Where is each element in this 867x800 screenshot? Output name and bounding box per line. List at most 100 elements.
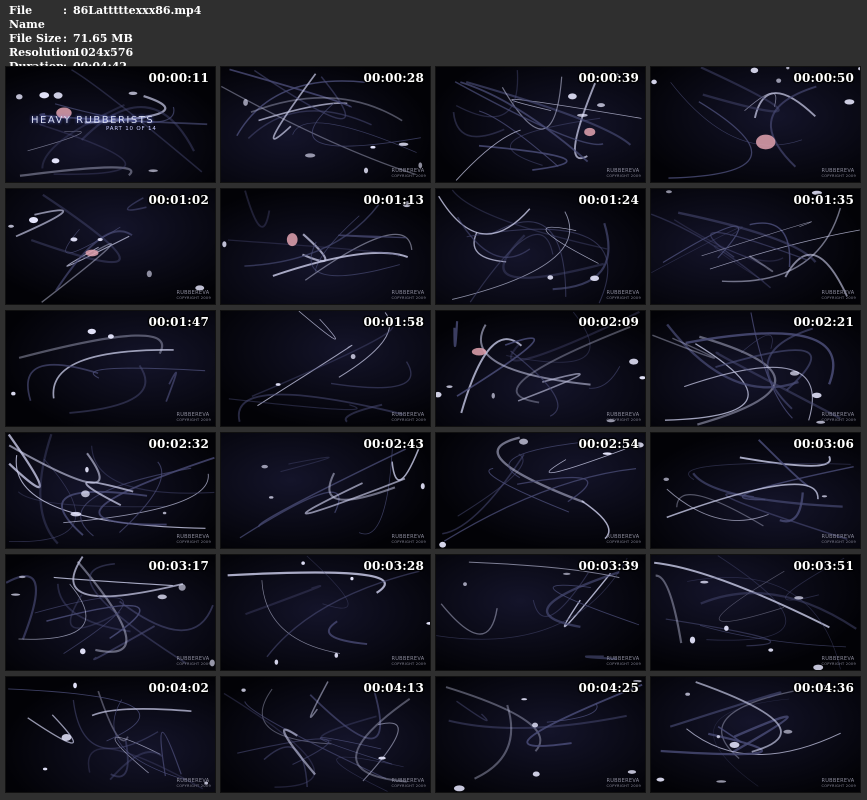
- watermark-copyright: COPYRIGHT 2009: [176, 296, 211, 300]
- watermark-copyright: COPYRIGHT 2009: [606, 418, 641, 422]
- file-size-row: File Size : 71.65 MB: [9, 32, 201, 46]
- video-frame-thumbnail[interactable]: RUBBEREVA COPYRIGHT 2009 00:00:39: [435, 66, 646, 183]
- video-frame-thumbnail[interactable]: RUBBEREVA COPYRIGHT 2009 00:02:21: [650, 310, 861, 427]
- watermark-copyright: COPYRIGHT 2009: [606, 174, 641, 178]
- frame-timestamp: 00:00:39: [578, 71, 639, 85]
- watermark-copyright: COPYRIGHT 2009: [821, 296, 856, 300]
- frame-timestamp: 00:02:09: [578, 315, 639, 329]
- resolution-row: Resolution : 1024x576: [9, 46, 201, 60]
- intro-subtitle-overlay: PART 10 OF 14: [106, 126, 157, 132]
- watermark-logo: RUBBEREVA COPYRIGHT 2009: [821, 535, 856, 545]
- video-frame-thumbnail[interactable]: RUBBEREVA COPYRIGHT 2009 00:04:25: [435, 676, 646, 793]
- video-frame-thumbnail[interactable]: RUBBEREVA COPYRIGHT 2009 00:04:13: [220, 676, 431, 793]
- frame-timestamp: 00:00:28: [363, 71, 424, 85]
- video-frame-thumbnail[interactable]: RUBBEREVA COPYRIGHT 2009 00:03:06: [650, 432, 861, 549]
- watermark-logo: RUBBEREVA COPYRIGHT 2009: [391, 291, 426, 301]
- frame-timestamp: 00:03:06: [793, 437, 854, 451]
- frame-timestamp: 00:02:43: [363, 437, 424, 451]
- frame-timestamp: 00:01:58: [363, 315, 424, 329]
- watermark-copyright: COPYRIGHT 2009: [821, 174, 856, 178]
- watermark-copyright: COPYRIGHT 2009: [391, 174, 426, 178]
- video-frame-thumbnail[interactable]: RUBBEREVA COPYRIGHT 2009 00:01:13: [220, 188, 431, 305]
- frame-timestamp: 00:01:35: [793, 193, 854, 207]
- video-frame-thumbnail[interactable]: RUBBEREVA COPYRIGHT 2009 00:02:54: [435, 432, 646, 549]
- video-frame-thumbnail[interactable]: RUBBEREVA COPYRIGHT 2009 00:03:39: [435, 554, 646, 671]
- video-frame-thumbnail[interactable]: RUBBEREVA COPYRIGHT 2009 00:04:02: [5, 676, 216, 793]
- frame-timestamp: 00:04:25: [578, 681, 639, 695]
- frame-timestamp: 00:01:13: [363, 193, 424, 207]
- watermark-logo: RUBBEREVA COPYRIGHT 2009: [176, 657, 211, 667]
- file-size-label: File Size: [9, 32, 62, 45]
- watermark-copyright: COPYRIGHT 2009: [606, 296, 641, 300]
- frame-timestamp: 00:03:39: [578, 559, 639, 573]
- watermark-copyright: COPYRIGHT 2009: [176, 418, 211, 422]
- watermark-logo: RUBBEREVA COPYRIGHT 2009: [176, 291, 211, 301]
- watermark-logo: RUBBEREVA COPYRIGHT 2009: [176, 779, 211, 789]
- watermark-logo: RUBBEREVA COPYRIGHT 2009: [821, 291, 856, 301]
- resolution-value: 1024x576: [73, 46, 134, 59]
- watermark-copyright: COPYRIGHT 2009: [391, 296, 426, 300]
- watermark-copyright: COPYRIGHT 2009: [176, 784, 211, 788]
- video-frame-thumbnail[interactable]: RUBBEREVA COPYRIGHT 2009 00:02:32: [5, 432, 216, 549]
- video-frame-thumbnail[interactable]: RUBBEREVA COPYRIGHT 2009 00:02:43: [220, 432, 431, 549]
- file-name-label: File Name: [9, 4, 45, 31]
- watermark-logo: RUBBEREVA COPYRIGHT 2009: [391, 657, 426, 667]
- frame-timestamp: 00:04:13: [363, 681, 424, 695]
- frame-timestamp: 00:04:36: [793, 681, 854, 695]
- video-frame-thumbnail[interactable]: RUBBEREVA COPYRIGHT 2009 00:01:24: [435, 188, 646, 305]
- watermark-logo: RUBBEREVA COPYRIGHT 2009: [391, 535, 426, 545]
- video-frame-thumbnail[interactable]: RUBBEREVA COPYRIGHT 2009 00:02:09: [435, 310, 646, 427]
- watermark-logo: RUBBEREVA COPYRIGHT 2009: [606, 657, 641, 667]
- resolution-label: Resolution: [9, 46, 76, 59]
- video-frame-thumbnail[interactable]: RUBBEREVA COPYRIGHT 2009 00:00:50: [650, 66, 861, 183]
- frame-timestamp: 00:01:24: [578, 193, 639, 207]
- watermark-logo: RUBBEREVA COPYRIGHT 2009: [821, 169, 856, 179]
- frame-timestamp: 00:02:32: [148, 437, 209, 451]
- thumbnail-grid: HEAVY RUBBERISTS PART 10 OF 14 00:00:11 RUB…: [5, 66, 861, 793]
- frame-timestamp: 00:02:54: [578, 437, 639, 451]
- file-name-value: 86Latttttexxx86.mp4: [73, 4, 202, 17]
- watermark-copyright: COPYRIGHT 2009: [606, 540, 641, 544]
- watermark-logo: RUBBEREVA COPYRIGHT 2009: [821, 413, 856, 423]
- frame-timestamp: 00:00:50: [793, 71, 854, 85]
- watermark-copyright: COPYRIGHT 2009: [821, 784, 856, 788]
- resolution-separator: :: [63, 46, 68, 59]
- watermark-logo: RUBBEREVA COPYRIGHT 2009: [606, 169, 641, 179]
- file-info-header: File Name : 86Latttttexxx86.mp4 File Siz…: [9, 4, 201, 74]
- video-frame-thumbnail[interactable]: HEAVY RUBBERISTS PART 10 OF 14 00:00:11: [5, 66, 216, 183]
- video-frame-thumbnail[interactable]: RUBBEREVA COPYRIGHT 2009 00:01:02: [5, 188, 216, 305]
- file-name-row: File Name : 86Latttttexxx86.mp4: [9, 4, 201, 32]
- video-frame-thumbnail[interactable]: RUBBEREVA COPYRIGHT 2009 00:00:28: [220, 66, 431, 183]
- watermark-copyright: COPYRIGHT 2009: [391, 418, 426, 422]
- frame-timestamp: 00:03:17: [148, 559, 209, 573]
- watermark-logo: RUBBEREVA COPYRIGHT 2009: [391, 779, 426, 789]
- watermark-logo: RUBBEREVA COPYRIGHT 2009: [821, 657, 856, 667]
- file-size-value: 71.65 MB: [73, 32, 133, 45]
- video-frame-thumbnail[interactable]: RUBBEREVA COPYRIGHT 2009 00:01:47: [5, 310, 216, 427]
- video-frame-thumbnail[interactable]: RUBBEREVA COPYRIGHT 2009 00:01:58: [220, 310, 431, 427]
- watermark-copyright: COPYRIGHT 2009: [391, 784, 426, 788]
- watermark-logo: RUBBEREVA COPYRIGHT 2009: [606, 413, 641, 423]
- frame-timestamp: 00:01:47: [148, 315, 209, 329]
- watermark-copyright: COPYRIGHT 2009: [391, 540, 426, 544]
- frame-timestamp: 00:04:02: [148, 681, 209, 695]
- watermark-logo: RUBBEREVA COPYRIGHT 2009: [606, 535, 641, 545]
- watermark-logo: RUBBEREVA COPYRIGHT 2009: [821, 779, 856, 789]
- watermark-copyright: COPYRIGHT 2009: [821, 418, 856, 422]
- video-frame-thumbnail[interactable]: RUBBEREVA COPYRIGHT 2009 00:03:51: [650, 554, 861, 671]
- video-frame-thumbnail[interactable]: RUBBEREVA COPYRIGHT 2009 00:04:36: [650, 676, 861, 793]
- file-name-separator: :: [63, 4, 68, 17]
- watermark-copyright: COPYRIGHT 2009: [821, 540, 856, 544]
- watermark-copyright: COPYRIGHT 2009: [176, 662, 211, 666]
- video-frame-thumbnail[interactable]: RUBBEREVA COPYRIGHT 2009 00:03:17: [5, 554, 216, 671]
- video-frame-thumbnail[interactable]: RUBBEREVA COPYRIGHT 2009 00:03:28: [220, 554, 431, 671]
- video-frame-thumbnail[interactable]: RUBBEREVA COPYRIGHT 2009 00:01:35: [650, 188, 861, 305]
- watermark-copyright: COPYRIGHT 2009: [606, 784, 641, 788]
- frame-timestamp: 00:02:21: [793, 315, 854, 329]
- frame-timestamp: 00:03:28: [363, 559, 424, 573]
- watermark-logo: RUBBEREVA COPYRIGHT 2009: [176, 413, 211, 423]
- frame-timestamp: 00:03:51: [793, 559, 854, 573]
- watermark-logo: RUBBEREVA COPYRIGHT 2009: [606, 291, 641, 301]
- watermark-logo: RUBBEREVA COPYRIGHT 2009: [606, 779, 641, 789]
- frame-timestamp: 00:01:02: [148, 193, 209, 207]
